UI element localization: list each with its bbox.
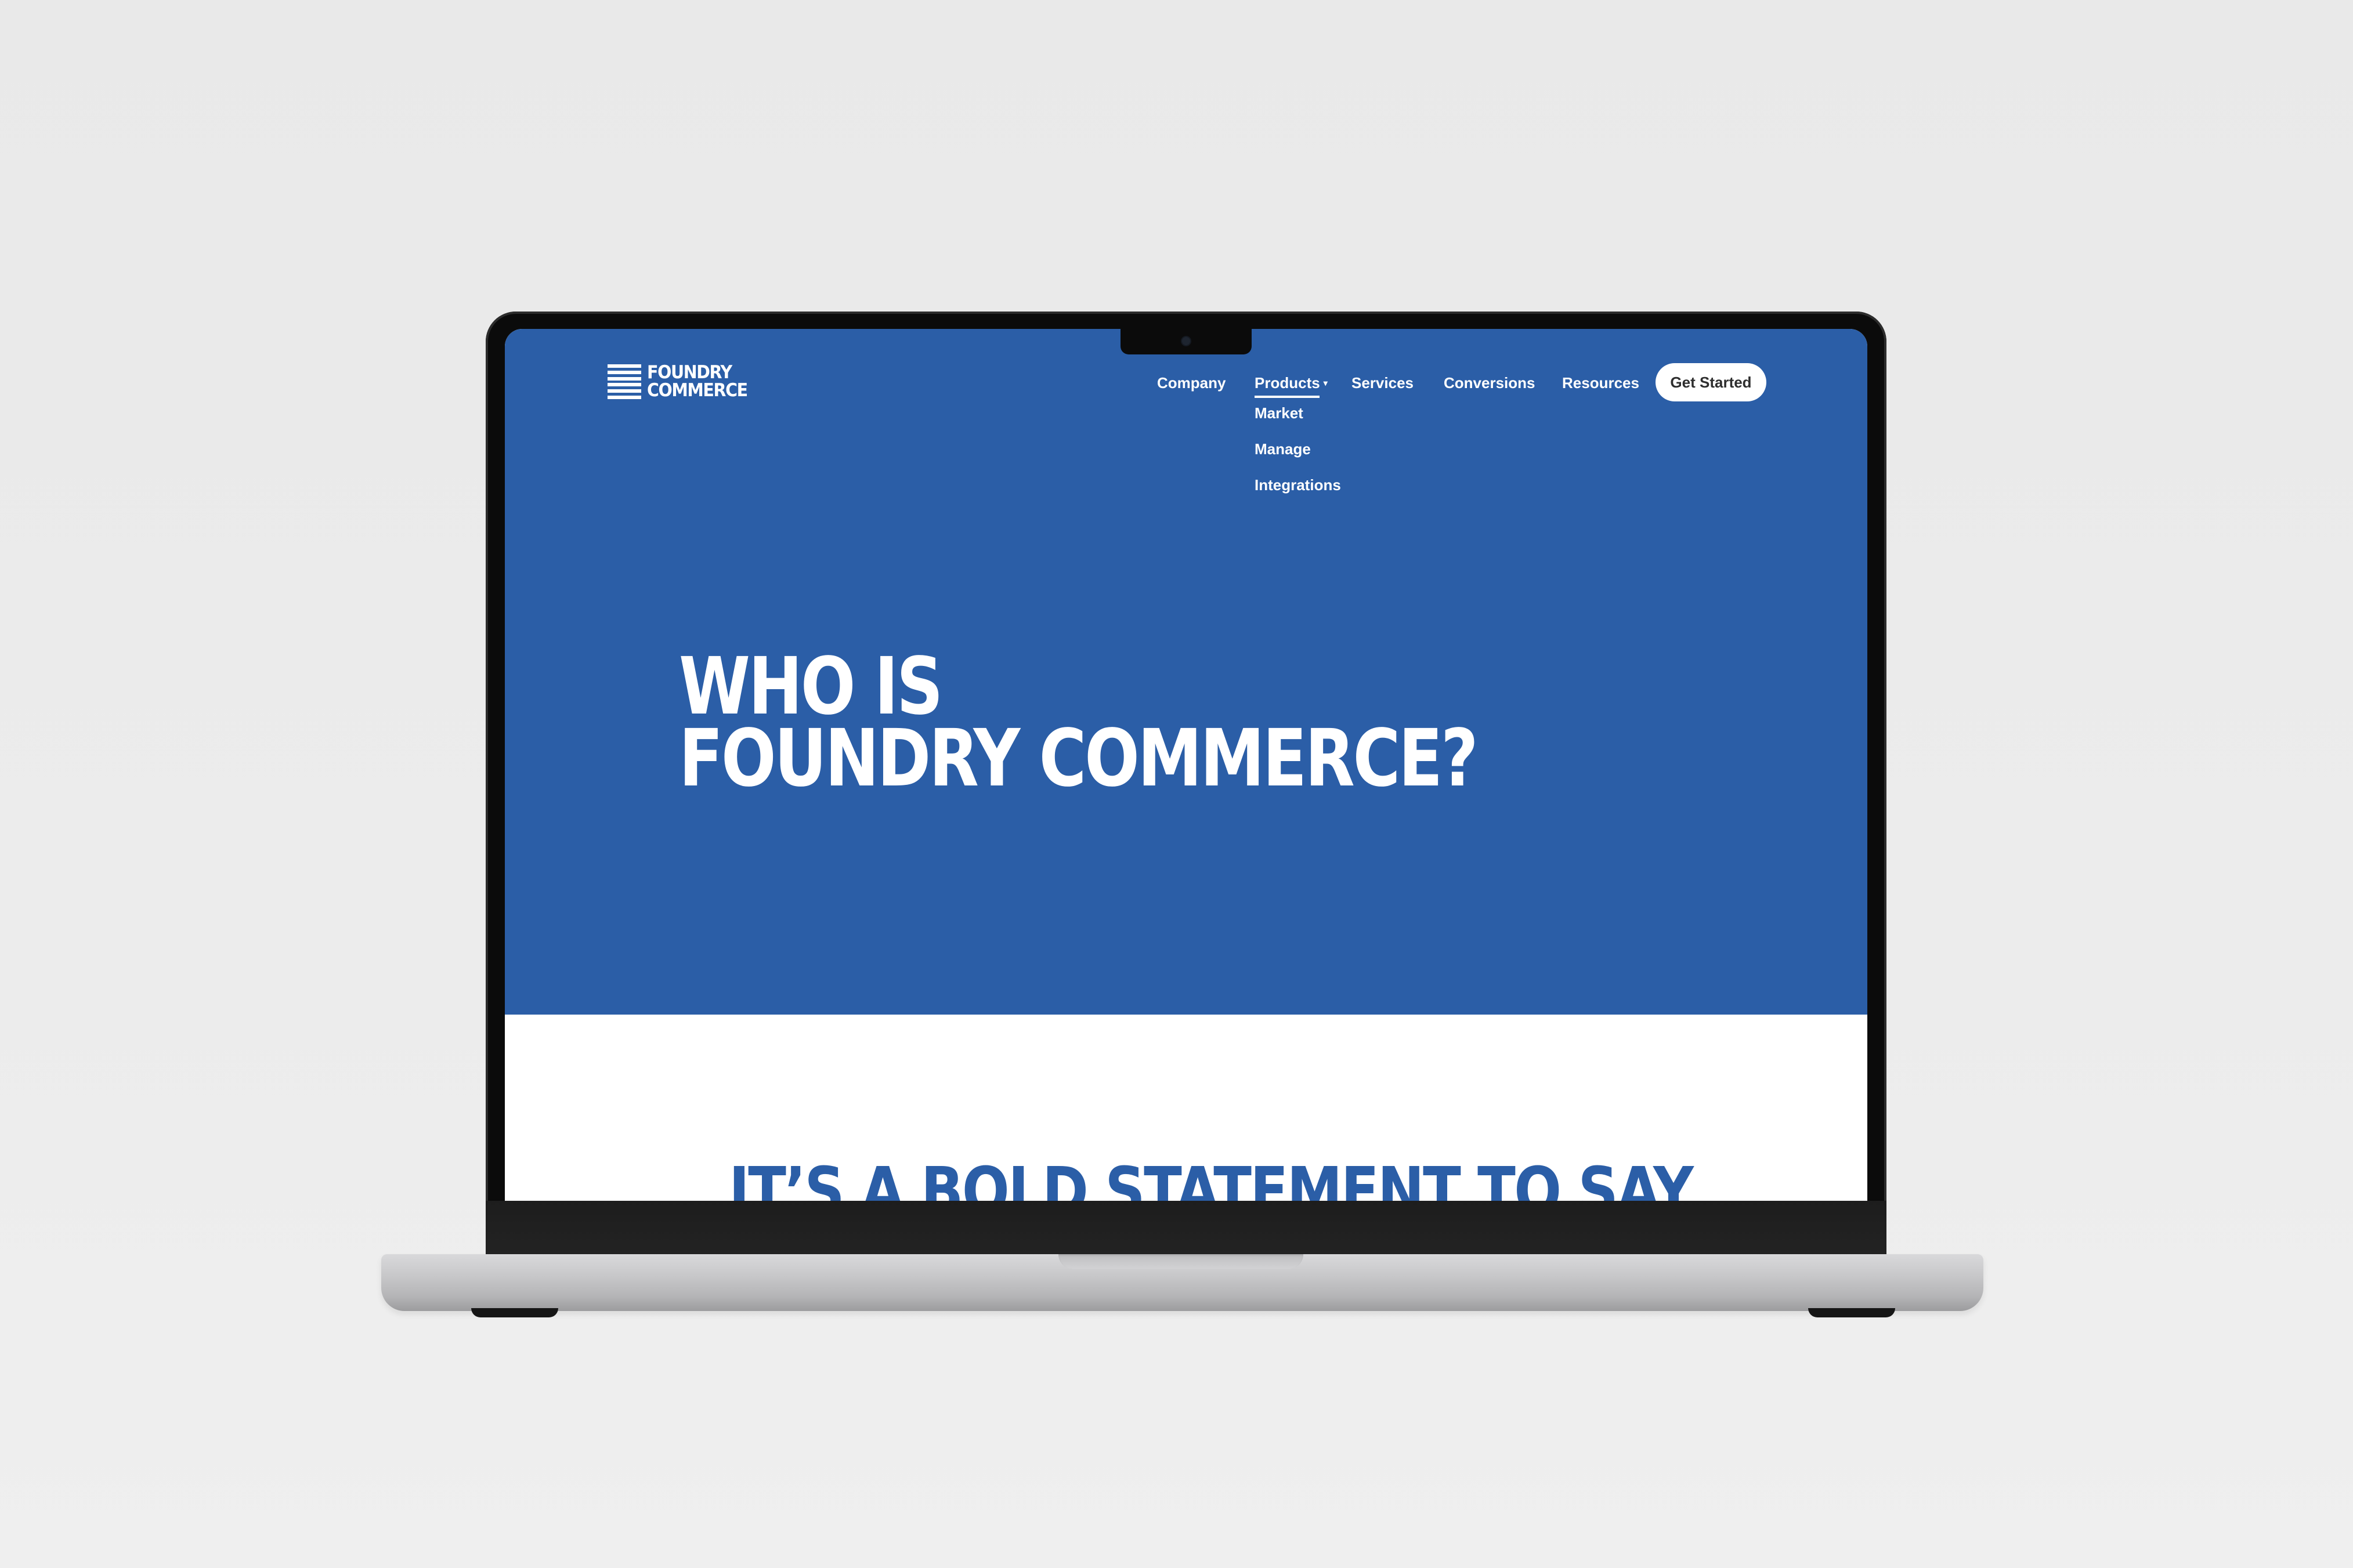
caret-down-icon: ▾ — [1323, 378, 1328, 388]
camera-icon — [1182, 337, 1190, 345]
hero-title: WHO IS FOUNDRY COMMERCE? — [679, 641, 1479, 805]
nav-item-products[interactable]: Products ▾ — [1255, 374, 1328, 398]
laptop-screen: FOUNDRY COMMERCE Company Products ▾ Servi… — [505, 329, 1867, 1201]
laptop-base — [381, 1254, 1983, 1311]
nav-item-products-label: Products — [1255, 374, 1320, 392]
nav-item-services[interactable]: Services — [1351, 374, 1414, 392]
active-nav-underline — [1255, 396, 1320, 398]
hero-section: FOUNDRY COMMERCE Company Products ▾ Servi… — [505, 329, 1867, 1015]
main-nav: Company Products ▾ Services Conversions R… — [505, 363, 1867, 401]
laptop-bottom-bezel — [486, 1201, 1886, 1254]
nav-item-company[interactable]: Company — [1157, 374, 1226, 392]
hero-title-line-1: WHO IS — [679, 641, 943, 733]
nav-item-resources[interactable]: Resources — [1562, 374, 1639, 392]
nav-item-conversions[interactable]: Conversions — [1444, 374, 1535, 392]
section-heading: IT’S A BOLD STATEMENT TO SAY — [729, 1154, 1694, 1201]
dropdown-item-manage[interactable]: Manage — [1255, 440, 1341, 476]
laptop-foot-right — [1808, 1308, 1895, 1317]
laptop-foot-left — [471, 1308, 558, 1317]
products-dropdown-menu: Market Manage Integrations — [1255, 404, 1341, 512]
hero-title-line-2: FOUNDRY COMMERCE? — [679, 713, 1479, 805]
intro-section: IT’S A BOLD STATEMENT TO SAY — [505, 1015, 1867, 1201]
dropdown-item-integrations[interactable]: Integrations — [1255, 476, 1341, 512]
laptop-opening-notch — [1058, 1254, 1303, 1269]
laptop-notch — [1121, 329, 1252, 354]
get-started-button[interactable]: Get Started — [1656, 363, 1766, 401]
dropdown-item-market[interactable]: Market — [1255, 404, 1341, 440]
